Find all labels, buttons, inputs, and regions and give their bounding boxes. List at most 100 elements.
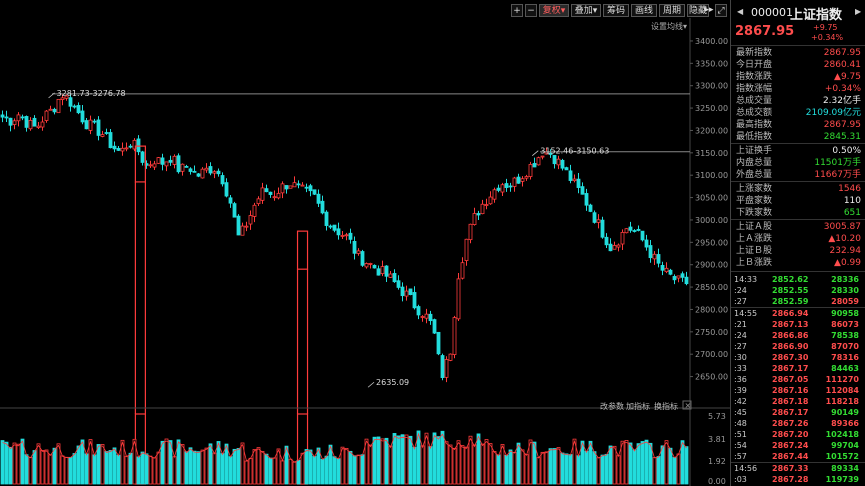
candle-body — [84, 120, 89, 130]
tick-volume: 78316 — [831, 353, 859, 362]
index-change: +9.75 — [813, 23, 838, 32]
price-tick-label: 3050.00 — [695, 194, 728, 203]
candle-body — [584, 193, 589, 206]
volume-bar — [336, 458, 341, 485]
tick-row[interactable]: 14:56 2867.33 89334 — [734, 463, 863, 474]
tick-row[interactable]: :48 2867.26 89366 — [734, 418, 863, 429]
volume-bar — [196, 451, 201, 485]
candle-body — [200, 168, 205, 179]
candle-body — [140, 151, 145, 163]
tick-row[interactable]: :27 2866.90 87070 — [734, 341, 863, 352]
stat-label: 最高指数 — [736, 120, 773, 130]
kline-chart-area[interactable]: 3400.00 3350.00 3300.00 3250.00 3200.00 3150.… — [0, 0, 730, 486]
expand-right-icon[interactable]: ▶ — [855, 7, 861, 16]
candle-body — [224, 182, 229, 197]
chips-button[interactable]: 筹码 — [603, 4, 629, 17]
candle-body — [296, 183, 301, 186]
adjust-dropdown[interactable]: 复权▾ — [539, 4, 569, 17]
candle-body — [36, 125, 41, 128]
tick-row[interactable]: :45 2867.17 90149 — [734, 407, 863, 418]
volume-bar — [432, 432, 437, 485]
price-tick-label: 3300.00 — [695, 82, 728, 91]
volume-bar — [220, 453, 225, 485]
tick-row[interactable]: :33 2867.17 84463 — [734, 363, 863, 374]
volume-bar — [12, 442, 17, 485]
volume-bar — [584, 450, 589, 485]
zoom-out-button[interactable]: − — [525, 4, 537, 17]
candle-body — [56, 98, 61, 114]
candle-body — [276, 193, 281, 199]
tick-row[interactable]: :30 2867.30 78316 — [734, 352, 863, 363]
volume-bar — [268, 457, 273, 485]
annotation-label: 2635.09 — [376, 378, 409, 387]
candle-body — [256, 198, 261, 205]
candle-body — [212, 171, 217, 174]
zoom-in-button[interactable]: + — [511, 4, 523, 17]
tick-row[interactable]: :57 2867.44 101572 — [734, 451, 863, 462]
candle-body — [576, 178, 581, 188]
volume-bar — [348, 450, 353, 485]
volume-bar — [472, 444, 477, 485]
volume-bar — [64, 456, 69, 485]
tick-row[interactable]: :54 2867.24 99704 — [734, 440, 863, 451]
candle-body — [236, 215, 241, 236]
candle-body — [448, 353, 453, 361]
stat-label: 指数涨幅 — [736, 84, 773, 94]
tick-row[interactable]: :24 2852.55 28330 — [734, 285, 863, 296]
expand-arrows-icon[interactable]: ▸▸ — [704, 4, 714, 17]
collapse-left-icon[interactable]: ◀ — [737, 7, 743, 16]
candle-body — [72, 105, 77, 108]
volume-panel-option[interactable]: 换指标 — [654, 401, 678, 411]
overlay-dropdown[interactable]: 叠加▾ — [571, 4, 601, 17]
volume-bar — [108, 450, 113, 485]
candle-body — [536, 157, 541, 166]
tick-row[interactable]: :39 2867.16 112084 — [734, 385, 863, 396]
candlestick-series[interactable] — [0, 93, 689, 383]
volume-bar — [596, 457, 601, 485]
volume-bar — [448, 444, 453, 485]
stat-label: 平盘家数 — [736, 196, 773, 206]
fullscreen-icon[interactable]: ⤢ — [715, 4, 727, 17]
tick-row[interactable]: :27 2852.59 28059 — [734, 296, 863, 307]
tick-time: :24 — [734, 331, 747, 340]
tick-row[interactable]: :36 2867.05 111270 — [734, 374, 863, 385]
tick-row[interactable]: :51 2867.20 102418 — [734, 429, 863, 440]
price-tick-label: 3100.00 — [695, 171, 728, 180]
volume-bar — [84, 453, 89, 485]
candle-body — [348, 232, 353, 240]
candle-body — [668, 269, 673, 275]
ma-setting-button[interactable]: 设置均线▾ — [651, 21, 687, 32]
cycle-button[interactable]: 周期 — [659, 4, 685, 17]
candle-body — [684, 276, 689, 285]
volume-bar — [484, 439, 489, 485]
stat-value: 2867.95 — [823, 48, 861, 58]
tick-row[interactable]: :21 2867.13 86073 — [734, 319, 863, 330]
candle-body — [464, 238, 469, 261]
tick-row[interactable]: :03 2867.28 119739 — [734, 474, 863, 485]
volume-bar — [156, 451, 161, 485]
candle-body — [156, 157, 161, 164]
candle-body — [520, 178, 525, 182]
stat-label: 上Ａ涨跌 — [736, 234, 773, 244]
volume-panel-option[interactable]: 加指标 — [626, 401, 650, 411]
tick-time: :30 — [734, 353, 747, 362]
tick-time: :27 — [734, 297, 747, 306]
candle-body — [592, 212, 597, 223]
stat-value: 2109.09亿元 — [805, 108, 861, 118]
candle-body — [616, 244, 621, 248]
candle-body — [368, 263, 373, 265]
tick-row[interactable]: :42 2867.18 118218 — [734, 396, 863, 407]
tick-time: 14:56 — [734, 464, 758, 473]
volume-bar — [644, 439, 649, 485]
candle-body — [92, 120, 97, 123]
stat-value: 232.94 — [829, 246, 862, 256]
annotation-pointer — [532, 150, 539, 157]
draw-line-button[interactable]: 画线 — [631, 4, 657, 17]
volume-panel-option[interactable]: 改参数 — [600, 401, 624, 411]
volume-bar — [636, 443, 641, 485]
tick-row[interactable]: 14:33 2852.62 28336 — [734, 274, 863, 285]
tick-row[interactable]: 14:55 2866.94 90958 — [734, 308, 863, 319]
stat-value: 11667万手 — [814, 170, 861, 180]
tick-row[interactable]: :24 2866.86 78538 — [734, 330, 863, 341]
volume-bar — [680, 440, 685, 485]
